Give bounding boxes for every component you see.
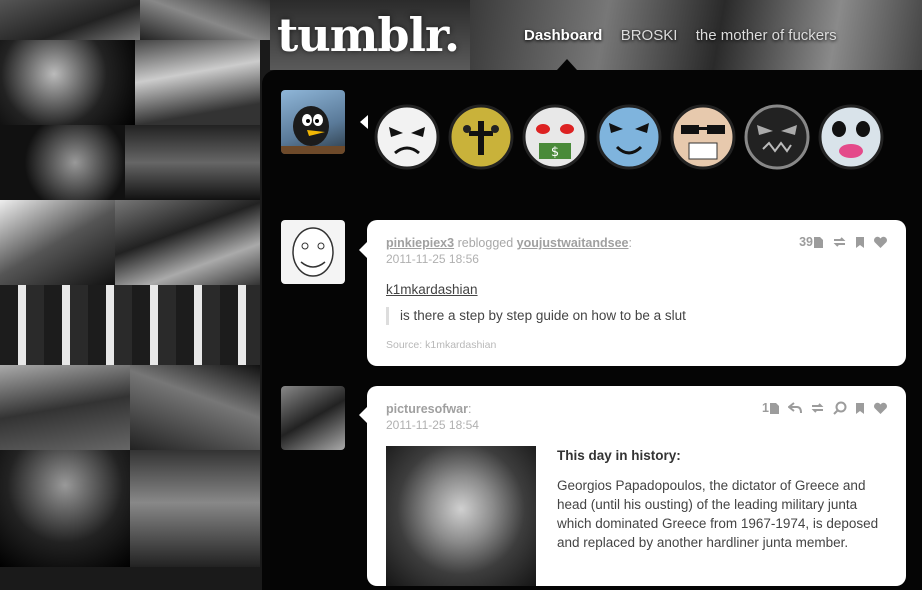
photo-text-post: picturesofwar: 2011-11-25 18:54 1 This d… (367, 386, 906, 586)
post-action: reblogged (457, 236, 514, 250)
quoted-user-link[interactable]: k1mkardashian (386, 282, 478, 297)
pink-mouth-mask-icon (818, 104, 884, 170)
post-controls: 1 (762, 401, 888, 415)
notes-count-label: 1 (762, 401, 769, 415)
like-heart-icon[interactable] (873, 236, 888, 249)
reply-icon[interactable] (788, 402, 802, 414)
background-photo (125, 125, 260, 200)
masks-photo-post[interactable]: $ (360, 103, 900, 183)
portrait-photo[interactable] (386, 446, 536, 586)
post-pointer (359, 407, 367, 423)
reblog-icon[interactable] (832, 236, 847, 248)
bookmark-icon[interactable] (855, 402, 865, 415)
svg-text:$: $ (551, 145, 559, 160)
sunglasses-mask-icon (670, 104, 736, 170)
background-photo (0, 200, 115, 285)
post-date: 2011-11-25 18:54 (386, 418, 479, 432)
blue-mask-icon (596, 104, 662, 170)
background-photo (0, 0, 140, 40)
quote-post: pinkiepiex3 reblogged youjustwaitandsee:… (367, 220, 906, 366)
forever-alone-face-icon (292, 227, 334, 277)
post-author-link[interactable]: pinkiepiex3 (386, 236, 454, 250)
notes-count-label: 39 (799, 235, 813, 249)
avatar[interactable] (281, 90, 345, 154)
notes-icon (814, 236, 823, 248)
background-photo (130, 365, 260, 450)
post-body: Georgios Papadopoulos, the dictator of G… (557, 478, 879, 550)
post-date: 2011-11-25 18:56 (386, 252, 479, 266)
avatar[interactable] (281, 386, 345, 450)
background-photo (0, 450, 130, 567)
nav-pointer (557, 59, 577, 70)
top-nav: Dashboard BROSKI the mother of fuckers (524, 27, 837, 44)
post-pointer (359, 242, 367, 258)
reblog-source-link[interactable]: youjustwaitandsee (517, 236, 629, 250)
post-source[interactable]: Source: k1mkardashian (386, 339, 496, 351)
background-photo (0, 40, 135, 125)
like-heart-icon[interactable] (873, 402, 888, 415)
post-header: pinkiepiex3 reblogged youjustwaitandsee: (386, 236, 632, 250)
nav-dashboard[interactable]: Dashboard (524, 27, 602, 44)
nav-blog-broski[interactable]: BROSKI (621, 27, 678, 44)
zoom-icon[interactable] (833, 401, 847, 415)
post-author-link[interactable]: picturesofwar (386, 402, 468, 416)
post-title: This day in history: (557, 448, 681, 463)
background-photo (0, 365, 130, 450)
tumblr-logo[interactable]: tumblr. (277, 8, 460, 62)
yellow-cross-mask-icon (448, 104, 514, 170)
reblog-icon[interactable] (810, 402, 825, 414)
bookmark-icon[interactable] (855, 236, 865, 249)
notes-count[interactable]: 1 (762, 401, 780, 415)
background-photo (130, 450, 260, 567)
nav-blog-the-mother-of-fuckers[interactable]: the mother of fuckers (696, 27, 837, 44)
background-photo (0, 285, 260, 365)
notes-count[interactable]: 39 (799, 235, 824, 249)
background-photo (0, 125, 125, 200)
background-photo (135, 40, 260, 125)
avatar[interactable] (281, 220, 345, 284)
post-header: picturesofwar: (386, 402, 472, 416)
background-photo (115, 200, 260, 285)
notes-icon (770, 402, 779, 414)
dollar-mask-icon: $ (522, 104, 588, 170)
post-controls: 39 (799, 235, 888, 249)
background-photo (140, 0, 270, 40)
black-mask-icon (744, 104, 810, 170)
blockquote: is there a step by step guide on how to … (386, 307, 686, 325)
white-mask-icon (374, 104, 440, 170)
bird-avatar-icon (281, 106, 345, 154)
